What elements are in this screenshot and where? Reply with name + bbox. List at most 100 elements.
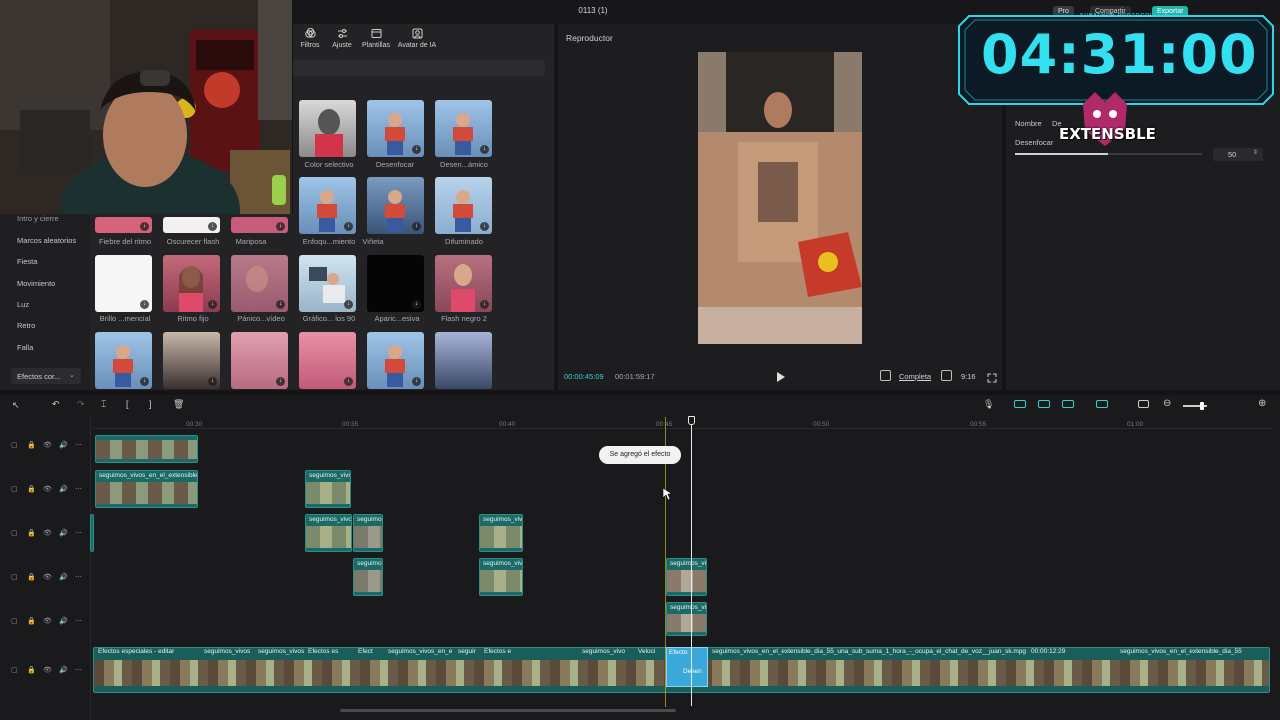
effect-thumb[interactable] (435, 332, 492, 389)
selected-clip[interactable]: Efecto Desen (666, 647, 708, 687)
split-icon[interactable]: ⌶ (101, 399, 106, 410)
effect-thumb-enfoque[interactable]: ↓ (299, 177, 356, 234)
effect-thumb-panico[interactable]: ↓ (231, 255, 288, 312)
zoom-out-icon[interactable]: ⊖ (1163, 398, 1171, 409)
timeline-clip[interactable]: seguimos_viv (479, 514, 523, 552)
effect-thumb-desen-dinamico[interactable]: ↓ (435, 100, 492, 157)
more-icon[interactable]: ⋯ (75, 441, 82, 449)
timeline-clip[interactable]: seguimo (353, 558, 383, 596)
multi-track-icon[interactable] (1096, 400, 1108, 408)
download-icon[interactable]: ↓ (344, 377, 353, 386)
link-icon[interactable] (1014, 400, 1026, 408)
eye-icon[interactable]: 👁 (43, 666, 52, 674)
download-icon[interactable]: ↓ (208, 377, 217, 386)
more-icon[interactable]: ⋯ (75, 573, 82, 581)
search-input[interactable] (293, 60, 545, 76)
effect-thumb-vineta[interactable]: ↓ (367, 177, 424, 234)
speaker-icon[interactable]: 🔊 (59, 666, 68, 674)
tiktok-icon[interactable] (880, 370, 891, 381)
download-icon[interactable]: ↓ (412, 145, 421, 154)
download-icon[interactable]: ↓ (140, 377, 149, 386)
timeline-clip[interactable]: seguimos_viv (479, 558, 523, 596)
lock-icon[interactable]: 🔒 (27, 529, 36, 537)
effect-thumb[interactable]: ↓ (163, 332, 220, 389)
download-icon[interactable]: ↓ (276, 377, 285, 386)
category-movimiento[interactable]: Movimiento (17, 279, 55, 288)
track-toggle-icon[interactable]: ▢ (11, 485, 18, 493)
timeline-clip[interactable]: seguimos_vivo (305, 470, 351, 508)
blur-value-input[interactable]: 50 ⇕ (1213, 148, 1263, 161)
undo-icon[interactable]: ↶ (52, 399, 60, 410)
effect-thumb-ritmo-fijo[interactable]: ↓ (163, 255, 220, 312)
category-intro[interactable]: Intro y cierre (17, 214, 59, 223)
play-button[interactable] (776, 370, 786, 382)
download-icon[interactable]: ↓ (344, 222, 353, 231)
more-icon[interactable]: ⋯ (75, 529, 82, 537)
focus-icon[interactable] (941, 370, 952, 381)
download-icon[interactable]: ↓ (276, 222, 285, 231)
eye-icon[interactable]: 👁 (43, 529, 52, 537)
track-toggle-icon[interactable]: ▢ (11, 441, 18, 449)
download-icon[interactable]: ↓ (412, 300, 421, 309)
microphone-icon[interactable]: 🎙 (983, 399, 994, 410)
lock-icon[interactable]: 🔒 (27, 666, 36, 674)
trim-right-icon[interactable]: ] (149, 399, 152, 409)
eye-icon[interactable]: 👁 (43, 573, 52, 581)
download-icon[interactable]: ↓ (344, 300, 353, 309)
preview-axis-icon[interactable] (1062, 400, 1074, 408)
effect-thumb[interactable]: ↓ (367, 332, 424, 389)
tab-filtros[interactable]: Filtros (297, 28, 323, 49)
stepper-icon[interactable]: ⇕ (1253, 149, 1258, 156)
playhead[interactable] (691, 421, 692, 706)
timeline-clip[interactable] (90, 514, 94, 552)
effect-thumb-mariposa[interactable]: ↓ (231, 217, 288, 233)
ratio-button[interactable]: 9:16 (961, 372, 976, 381)
effect-thumb-aparicion[interactable]: ↓ (367, 255, 424, 312)
track-toggle-icon[interactable]: ▢ (11, 573, 18, 581)
download-icon[interactable]: ↓ (480, 300, 489, 309)
effect-thumb[interactable]: ↓ (299, 332, 356, 389)
effect-thumb[interactable]: ↓ (231, 332, 288, 389)
download-icon[interactable]: ↓ (412, 222, 421, 231)
tab-plantillas[interactable]: Plantillas (359, 28, 393, 49)
lock-icon[interactable]: 🔒 (27, 485, 36, 493)
category-fiesta[interactable]: Fiesta (17, 257, 37, 266)
download-icon[interactable]: ↓ (140, 222, 149, 231)
timeline-clip[interactable] (95, 435, 198, 463)
category-retro[interactable]: Retro (17, 321, 35, 330)
effect-thumb-color-selectivo[interactable] (299, 100, 356, 157)
download-icon[interactable]: ↓ (276, 300, 285, 309)
fullscreen-icon[interactable] (987, 370, 997, 383)
download-icon[interactable]: ↓ (480, 222, 489, 231)
effect-thumb-desenfocar[interactable]: ↓ (367, 100, 424, 157)
category-falla[interactable]: Falla (17, 343, 33, 352)
effect-thumb-grafico[interactable]: ↓ (299, 255, 356, 312)
download-icon[interactable]: ↓ (208, 300, 217, 309)
lock-icon[interactable]: 🔒 (27, 441, 36, 449)
download-icon[interactable]: ↓ (208, 222, 217, 231)
eye-icon[interactable]: 👁 (43, 441, 52, 449)
track-toggle-icon[interactable]: ▢ (11, 529, 18, 537)
speaker-icon[interactable]: 🔊 (59, 441, 68, 449)
more-icon[interactable]: ⋯ (75, 617, 82, 625)
eye-icon[interactable]: 👁 (43, 617, 52, 625)
redo-icon[interactable]: ↷ (77, 399, 85, 410)
effect-thumb-fiebre[interactable]: ↓ (95, 217, 152, 233)
tab-avatar-ia[interactable]: Avatar de IA (396, 28, 438, 49)
track-toggle-icon[interactable]: ▢ (11, 666, 18, 674)
effect-thumb-flash-negro[interactable]: ↓ (435, 255, 492, 312)
effect-thumb-difuminado[interactable]: ↓ (435, 177, 492, 234)
select-tool-icon[interactable]: ↖ (12, 400, 20, 411)
zoom-in-icon[interactable]: ⊕ (1258, 398, 1266, 409)
eye-icon[interactable]: 👁 (43, 485, 52, 493)
lock-icon[interactable]: 🔒 (27, 573, 36, 581)
quality-button[interactable]: Completa (899, 372, 931, 381)
timeline-clip[interactable]: seguimos_viv (666, 602, 707, 636)
more-icon[interactable]: ⋯ (75, 485, 82, 493)
timeline-clip[interactable]: seguimos_vivos_en_el_extensible (95, 470, 198, 508)
zoom-slider[interactable] (1183, 402, 1207, 410)
category-luz[interactable]: Luz (17, 300, 29, 309)
timeline-scrollbar[interactable] (340, 709, 676, 712)
zoom-slider-thumb[interactable] (1200, 402, 1204, 410)
effect-thumb-oscurecer[interactable]: ↓ (163, 217, 220, 233)
